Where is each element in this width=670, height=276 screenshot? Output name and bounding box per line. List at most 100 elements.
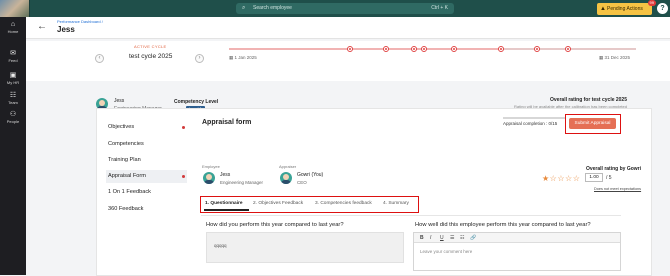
myhr-icon: ▣	[9, 72, 17, 79]
question-2: How well did this employee perform this …	[415, 222, 591, 228]
sidebar-item-label: People	[6, 119, 20, 124]
completion-progress-bar	[503, 117, 565, 119]
search-input[interactable]: ⌕ Search employee Ctrl + K	[236, 3, 454, 14]
team-icon: ☷	[9, 92, 17, 99]
search-placeholder: Search employee	[253, 5, 292, 11]
sidebar-item-people[interactable]: ⚇ People	[0, 111, 26, 124]
next-cycle-button[interactable]: ›	[195, 54, 204, 63]
answer-1-field[interactable]: qqqqq	[206, 232, 404, 263]
attention-dot	[182, 175, 185, 178]
pending-count-badge: 99	[647, 0, 656, 6]
nav-competencies[interactable]: Competencies	[106, 138, 187, 151]
star-rating[interactable]: ★☆☆☆☆	[542, 174, 580, 183]
end-date-text: 31 Dec 2025	[604, 55, 631, 60]
rating-max: / 5	[606, 175, 612, 181]
underline-icon[interactable]: U	[440, 235, 444, 241]
breadcrumb[interactable]: Performance Dashboard /	[57, 19, 103, 24]
italic-icon[interactable]: I	[430, 235, 431, 241]
submit-highlight-box: Submit Appraisal	[565, 114, 621, 134]
rating-input[interactable]: 1.00	[585, 173, 603, 182]
search-icon: ⌕	[242, 5, 246, 11]
nav-label: 1 On 1 Feedback	[108, 189, 151, 195]
page-header: ← Performance Dashboard / Jess	[26, 17, 670, 39]
bold-icon[interactable]: B	[420, 235, 424, 241]
overall-rating-by: Overall rating by Gowri	[585, 166, 641, 172]
pending-actions-label: Pending Actions	[607, 6, 643, 12]
cycle-end-date: ▦ 31 Dec 2025	[599, 55, 631, 60]
nav-training-plan[interactable]: Training Plan	[106, 154, 187, 167]
avatar	[280, 172, 292, 184]
form-tabs: 1. Questionnaire 2. Objectives Feedback …	[200, 196, 419, 213]
timeline-milestone[interactable]	[421, 46, 427, 52]
attention-dot	[182, 126, 185, 129]
competency-label: Competency Level	[174, 99, 219, 105]
sidebar-item-my-hr[interactable]: ▣ My HR	[0, 72, 26, 85]
employee-role: Engineering Manager	[220, 180, 264, 185]
tab-competencies-feedback[interactable]: 3. Competencies feedback	[315, 201, 372, 206]
question-1: How did you perform this year compared t…	[206, 222, 344, 228]
editor-toolbar: B I U ☰ ☷ 🔗	[414, 233, 620, 243]
employee-name: Jess	[220, 172, 231, 178]
timeline-milestone[interactable]	[347, 46, 353, 52]
sidebar-item-feed[interactable]: ✉ Feed	[0, 50, 26, 63]
help-icon[interactable]: ?	[657, 3, 668, 14]
prev-cycle-button[interactable]: ‹	[95, 54, 104, 63]
cycle-name: test cycle 2025	[129, 53, 173, 60]
sidebar-item-label: Feed	[8, 58, 18, 63]
sidebar-item-label: Team	[8, 100, 18, 105]
bell-icon: ▲	[600, 6, 606, 12]
tab-divider	[201, 215, 621, 216]
timeline-milestone[interactable]	[451, 46, 457, 52]
cycle-start-date: ▦ 1 Jan 2025	[229, 55, 257, 60]
timeline-progress	[229, 48, 504, 50]
tab-objectives-feedback[interactable]: 2. Objectives Feedback	[253, 201, 303, 206]
back-arrow-icon[interactable]: ←	[37, 21, 47, 32]
feed-icon: ✉	[10, 50, 16, 57]
employee-name: Jess	[114, 98, 125, 104]
tab-questionnaire[interactable]: 1. Questionnaire	[205, 201, 243, 206]
cycle-timeline	[229, 46, 636, 52]
pending-actions-button[interactable]: ▲ Pending Actions 99	[597, 0, 656, 15]
page-title: Jess	[57, 25, 75, 34]
nav-label: Training Plan	[108, 157, 141, 163]
comment-editor[interactable]: B I U ☰ ☷ 🔗 Leave your comment here	[413, 232, 621, 271]
sidebar: ⌂ Home ✉ Feed ▣ My HR ☷ Team ⚇ People	[0, 17, 26, 275]
company-logo[interactable]	[0, 0, 30, 17]
active-cycle-label: ACTIVE CYCLE	[134, 44, 167, 49]
form-title: Appraisal form	[202, 119, 252, 126]
sidebar-item-label: My HR	[6, 80, 20, 85]
active-tab-indicator	[204, 209, 249, 211]
timeline-milestone[interactable]	[498, 46, 504, 52]
nav-1on1-feedback[interactable]: 1 On 1 Feedback	[106, 186, 187, 199]
appraiser-label: Appraiser	[279, 164, 297, 169]
link-icon[interactable]: 🔗	[470, 235, 476, 241]
top-bar: ⌕ Search employee Ctrl + K ▲ Pending Act…	[0, 0, 670, 17]
nav-appraisal-form[interactable]: Appraisal Form	[106, 170, 187, 183]
sidebar-item-label: Home	[7, 29, 19, 34]
submit-appraisal-button[interactable]: Submit Appraisal	[569, 118, 616, 129]
appraiser-role: CEO	[297, 180, 307, 185]
bullet-list-icon[interactable]: ☷	[460, 235, 464, 241]
tab-summary[interactable]: 4. Summary	[383, 201, 409, 206]
nav-label: Competencies	[108, 141, 144, 147]
sidebar-item-home[interactable]: ⌂ Home	[0, 21, 26, 34]
start-date-text: 1 Jan 2025	[234, 55, 257, 60]
sidebar-item-team[interactable]: ☷ Team	[0, 92, 26, 105]
overall-rating-title: Overall rating for test cycle 2025	[550, 97, 627, 103]
nav-objectives[interactable]: Objectives	[106, 121, 187, 134]
timeline-milestone[interactable]	[534, 46, 540, 52]
nav-360-feedback[interactable]: 360 Feedback	[106, 203, 187, 216]
timeline-milestone[interactable]	[383, 46, 389, 52]
home-icon: ⌂	[10, 21, 16, 28]
timeline-milestone[interactable]	[565, 46, 571, 52]
cycle-section: ‹ ACTIVE CYCLE test cycle 2025 › ▦ 1 Jan…	[26, 41, 670, 81]
nav-label: Appraisal Form	[108, 173, 146, 179]
editor-placeholder: Leave your comment here	[420, 249, 473, 254]
answer-1-text: qqqqq	[214, 243, 227, 248]
rating-description: Does not meet expectations	[594, 187, 642, 191]
people-icon: ⚇	[9, 111, 17, 118]
appraisal-card: Objectives Competencies Training Plan Ap…	[96, 108, 652, 276]
timeline-milestone[interactable]	[411, 46, 417, 52]
main-content: ← Performance Dashboard / Jess ‹ ACTIVE …	[26, 17, 670, 276]
ordered-list-icon[interactable]: ☰	[450, 235, 454, 241]
